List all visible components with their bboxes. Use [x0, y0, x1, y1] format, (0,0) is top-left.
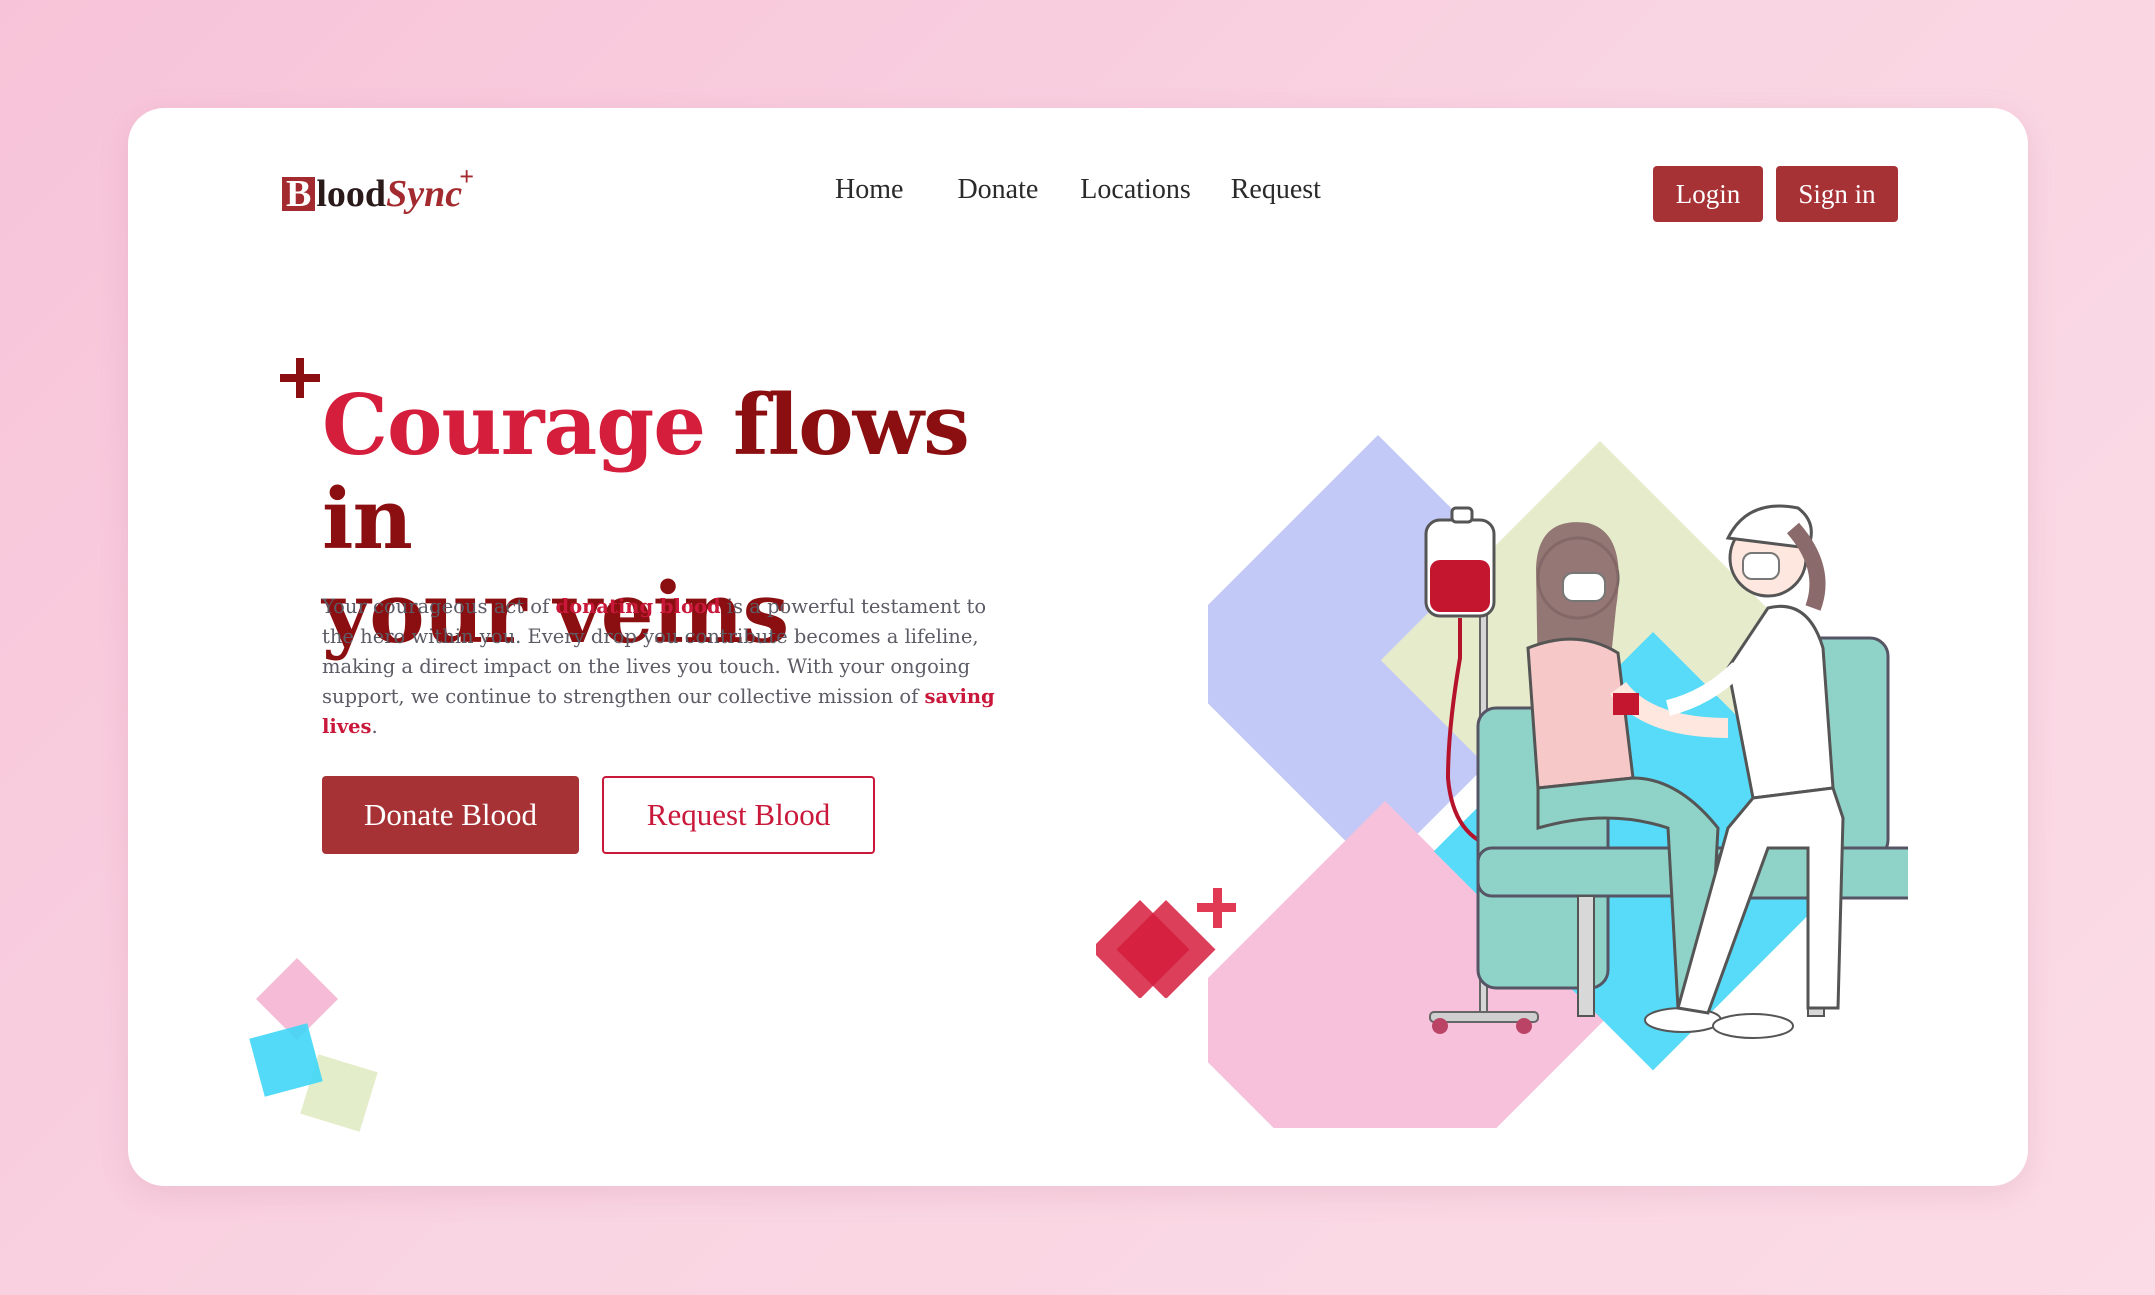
- logo-letter-badge: B: [282, 175, 316, 213]
- nav-link-donate[interactable]: Donate: [957, 174, 1038, 206]
- nav-link-locations[interactable]: Locations: [1080, 174, 1190, 206]
- login-button[interactable]: Login: [1653, 166, 1763, 222]
- logo-plus-icon: +: [459, 162, 475, 191]
- headline-accent: Courage: [322, 376, 706, 474]
- request-blood-button[interactable]: Request Blood: [602, 776, 875, 854]
- paragraph-text-3: .: [371, 715, 378, 738]
- hero-paragraph: Your courageous act of donating blood is…: [322, 592, 1022, 742]
- main-nav: Home Donate Locations Request: [835, 174, 1321, 206]
- decorative-squares-icon: [249, 958, 378, 1132]
- logo-sync-text: Sync: [386, 173, 463, 215]
- paragraph-highlight-donating: donating blood: [555, 595, 721, 618]
- blood-donation-illustration: [1208, 434, 1908, 1128]
- donate-blood-button[interactable]: Donate Blood: [322, 776, 579, 854]
- main-card: BloodSync + Home Donate Locations Reques…: [128, 108, 2028, 1186]
- nav-link-request[interactable]: Request: [1231, 174, 1321, 206]
- nav-link-home[interactable]: Home: [835, 174, 903, 206]
- paragraph-text-1: Your courageous act of: [322, 595, 556, 618]
- logo-text: lood: [316, 173, 387, 215]
- logo[interactable]: BloodSync +: [282, 162, 474, 216]
- signin-button[interactable]: Sign in: [1776, 166, 1898, 222]
- plus-icon: [280, 358, 320, 398]
